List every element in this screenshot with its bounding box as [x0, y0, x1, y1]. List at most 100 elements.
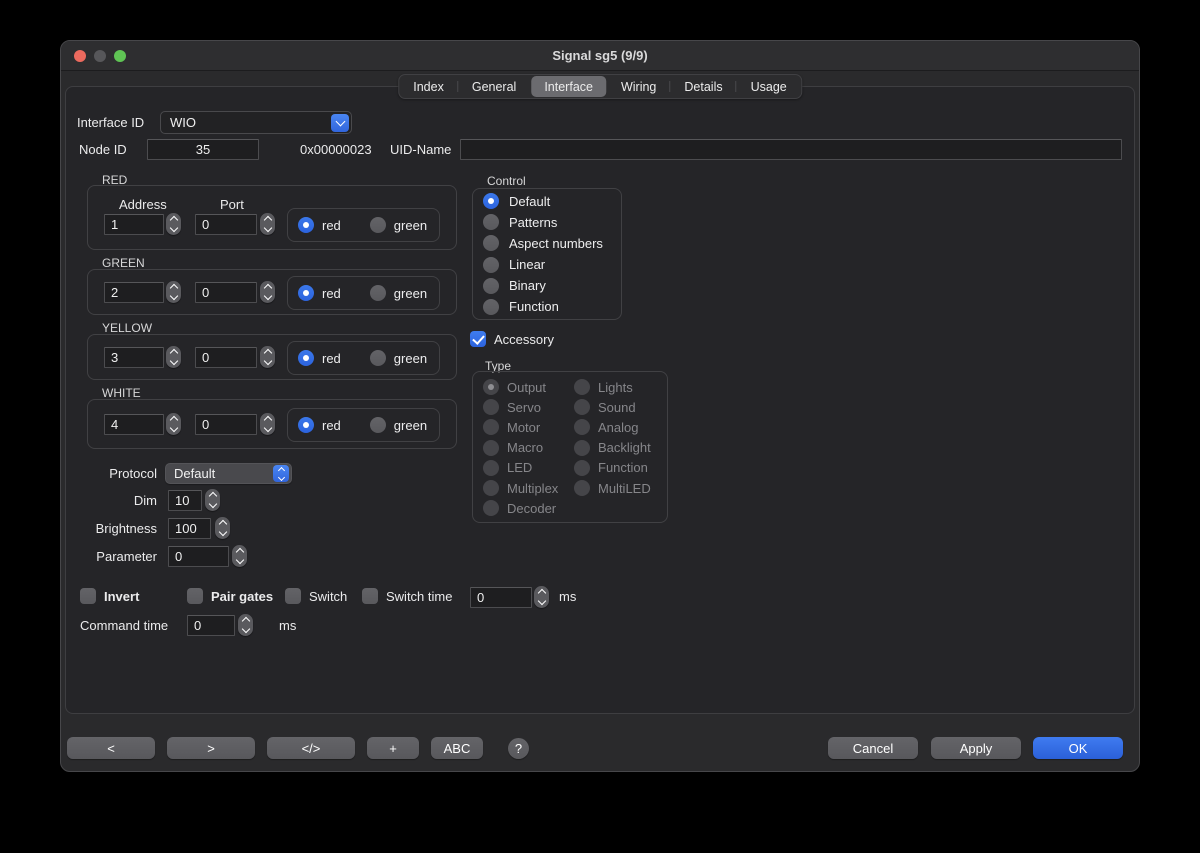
code-button[interactable]: </> [267, 737, 355, 759]
port-input-green[interactable]: 0 [195, 282, 257, 303]
radio-icon [483, 440, 499, 456]
type-column-right: Lights Sound Analog Backlight Function M… [574, 377, 651, 498]
radio-red-icon[interactable] [298, 285, 314, 301]
radio-icon [574, 419, 590, 435]
invert-checkbox[interactable] [80, 588, 96, 604]
command-time-stepper[interactable] [238, 614, 253, 636]
tab-index[interactable]: Index [400, 76, 457, 97]
zoom-button[interactable] [114, 50, 126, 62]
type-option-multiplex: Multiplex [483, 478, 558, 498]
radio-icon[interactable] [483, 278, 499, 294]
port-input-red[interactable]: 0 [195, 214, 257, 235]
radio-red-icon[interactable] [298, 350, 314, 366]
brightness-input[interactable]: 100 [168, 518, 211, 539]
radio-option-red[interactable]: red [298, 350, 341, 366]
radio-green-icon[interactable] [370, 217, 386, 233]
radio-icon[interactable] [483, 235, 499, 251]
protocol-dropdown[interactable]: Default [165, 463, 292, 484]
switch-checkbox[interactable] [285, 588, 301, 604]
port-input-white[interactable]: 0 [195, 414, 257, 435]
parameter-stepper[interactable] [232, 545, 247, 567]
type-option-label: Sound [598, 400, 636, 415]
radio-icon[interactable] [483, 214, 499, 230]
control-option-aspect-numbers[interactable]: Aspect numbers [483, 234, 621, 252]
switch-time-stepper[interactable] [534, 586, 549, 608]
tab-wiring[interactable]: Wiring [608, 76, 669, 97]
interface-id-dropdown[interactable]: WIO [160, 111, 352, 134]
radio-option-green[interactable]: green [370, 350, 427, 366]
polarity-group-yellow: red green [287, 341, 440, 375]
address-stepper-green[interactable] [166, 281, 181, 303]
address-input-green[interactable]: 2 [104, 282, 164, 303]
dim-input[interactable]: 10 [168, 490, 202, 511]
group-white: 4 0 red green [87, 399, 457, 449]
radio-red-icon[interactable] [298, 417, 314, 433]
radio-option-green[interactable]: green [370, 417, 427, 433]
radio-option-green[interactable]: green [370, 217, 427, 233]
apply-button[interactable]: Apply [931, 737, 1021, 759]
tab-details[interactable]: Details [671, 76, 735, 97]
radio-green-icon[interactable] [370, 417, 386, 433]
control-option-default[interactable]: Default [483, 192, 621, 210]
command-time-unit: ms [279, 618, 296, 634]
parameter-input[interactable]: 0 [168, 546, 229, 567]
port-stepper-white[interactable] [260, 413, 275, 435]
radio-icon [574, 440, 590, 456]
radio-red-icon[interactable] [298, 217, 314, 233]
type-option-lights: Lights [574, 377, 651, 397]
port-stepper-yellow[interactable] [260, 346, 275, 368]
minimize-button[interactable] [94, 50, 106, 62]
switch-time-input[interactable]: 0 [470, 587, 532, 608]
add-button[interactable]: + [367, 737, 419, 759]
help-button[interactable]: ? [508, 738, 529, 759]
type-option-multiled: MultiLED [574, 478, 651, 498]
close-button[interactable] [74, 50, 86, 62]
radio-option-red[interactable]: red [298, 417, 341, 433]
address-input-red[interactable]: 1 [104, 214, 164, 235]
ok-button[interactable]: OK [1033, 737, 1123, 759]
brightness-label: Brightness [66, 521, 157, 537]
port-stepper-red[interactable] [260, 213, 275, 235]
radio-icon[interactable] [483, 257, 499, 273]
tab-interface[interactable]: Interface [531, 76, 606, 97]
radio-icon [483, 480, 499, 496]
radio-icon[interactable] [483, 193, 499, 209]
abc-button[interactable]: ABC [431, 737, 483, 759]
traffic-lights [74, 50, 126, 62]
radio-option-red[interactable]: red [298, 285, 341, 301]
port-input-yellow[interactable]: 0 [195, 347, 257, 368]
control-option-function[interactable]: Function [483, 298, 621, 316]
dim-stepper[interactable] [205, 489, 220, 511]
control-option-binary[interactable]: Binary [483, 277, 621, 295]
type-option-label: LED [507, 460, 532, 475]
command-time-input[interactable]: 0 [187, 615, 235, 636]
address-input-white[interactable]: 4 [104, 414, 164, 435]
radio-red-label: red [322, 351, 341, 366]
node-id-input[interactable]: 35 [147, 139, 259, 160]
next-button[interactable]: > [167, 737, 255, 759]
address-stepper-yellow[interactable] [166, 346, 181, 368]
cancel-button[interactable]: Cancel [828, 737, 918, 759]
address-stepper-white[interactable] [166, 413, 181, 435]
dialog-window: Signal sg5 (9/9) Index General Interface… [60, 40, 1140, 772]
accessory-checkbox[interactable] [470, 331, 486, 347]
control-option-linear[interactable]: Linear [483, 256, 621, 274]
switch-time-checkbox[interactable] [362, 588, 378, 604]
address-input-yellow[interactable]: 3 [104, 347, 164, 368]
pair-gates-checkbox[interactable] [187, 588, 203, 604]
brightness-stepper[interactable] [215, 517, 230, 539]
port-stepper-green[interactable] [260, 281, 275, 303]
type-option-label: MultiLED [598, 481, 651, 496]
radio-option-red[interactable]: red [298, 217, 341, 233]
radio-icon[interactable] [483, 299, 499, 315]
radio-option-green[interactable]: green [370, 285, 427, 301]
prev-button[interactable]: < [67, 737, 155, 759]
uid-name-input[interactable] [460, 139, 1122, 160]
tab-usage[interactable]: Usage [738, 76, 800, 97]
radio-green-icon[interactable] [370, 285, 386, 301]
tab-general[interactable]: General [459, 76, 529, 97]
control-option-patterns[interactable]: Patterns [483, 213, 621, 231]
radio-green-icon[interactable] [370, 350, 386, 366]
interface-id-value: WIO [170, 115, 196, 130]
address-stepper-red[interactable] [166, 213, 181, 235]
